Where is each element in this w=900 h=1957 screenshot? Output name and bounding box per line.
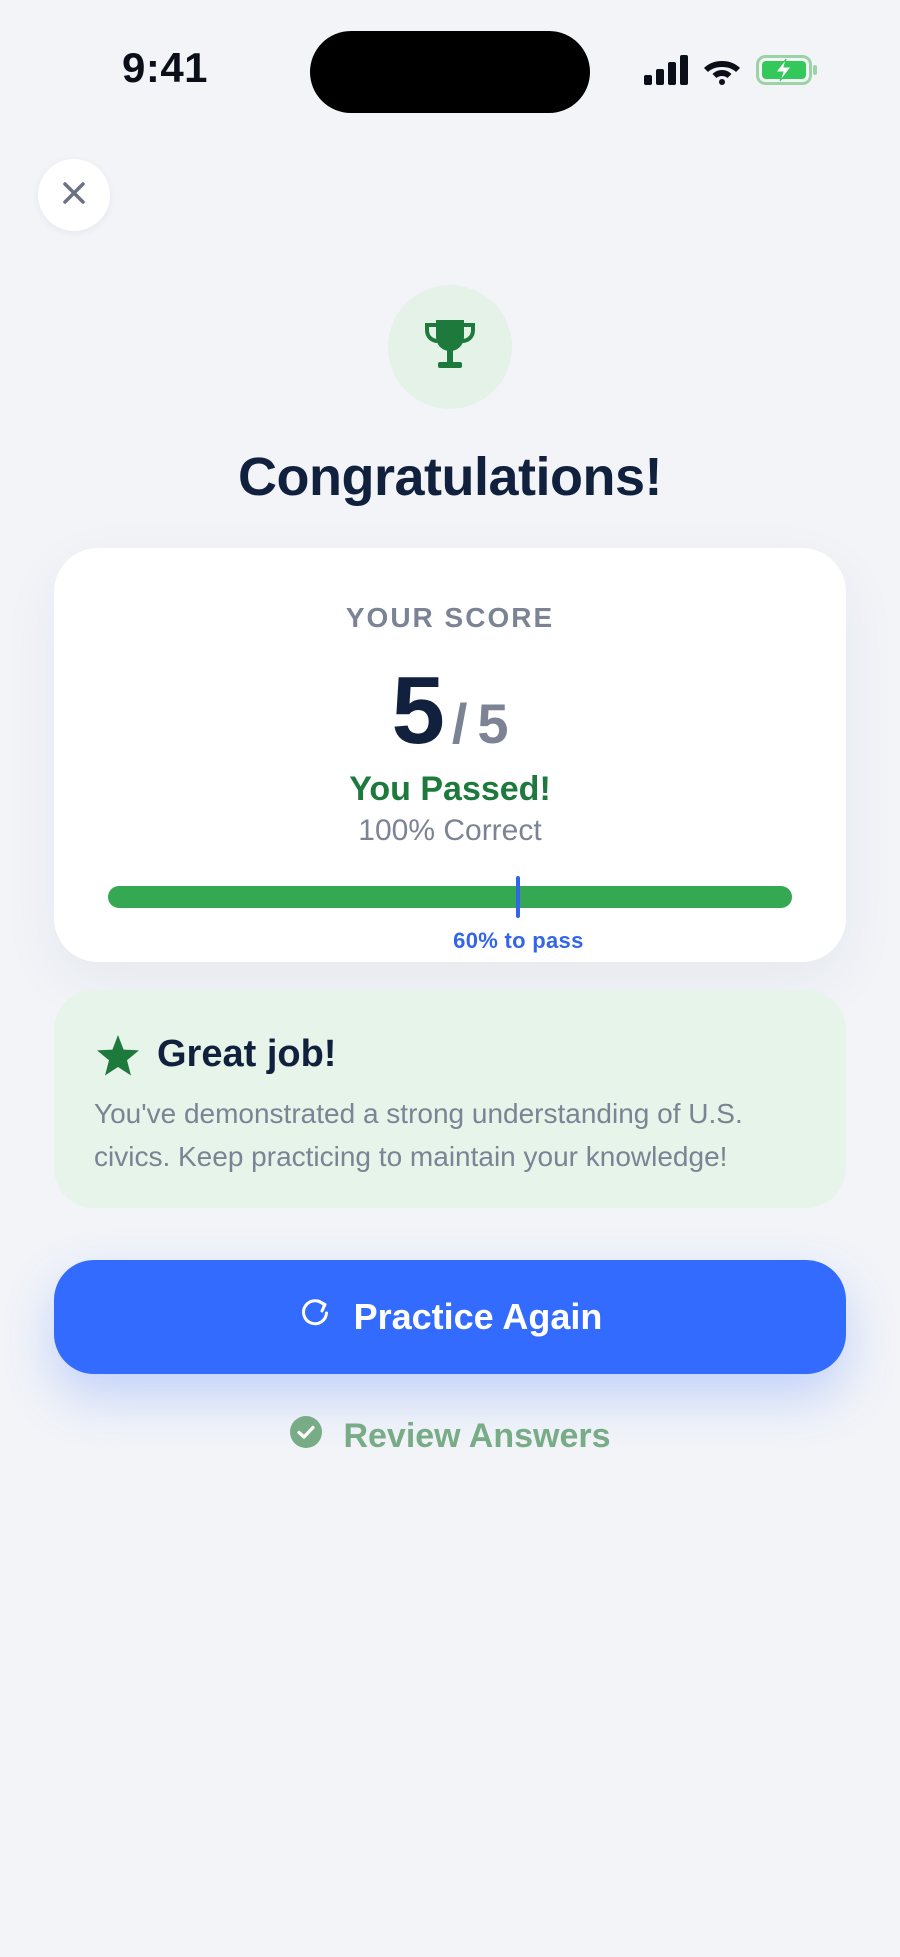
score-total: 5 xyxy=(477,692,509,755)
status-time: 9:41 xyxy=(121,44,209,91)
score-display: 5/5 xyxy=(54,656,846,766)
review-answers-label: Review Answers xyxy=(343,1416,611,1455)
score-value: 5 xyxy=(391,657,444,764)
pass-threshold-marker xyxy=(516,876,521,918)
battery-charging-icon xyxy=(756,54,818,90)
score-progress-fill xyxy=(108,886,792,908)
status-bar: 9:41 xyxy=(0,0,900,145)
practice-again-button[interactable]: Practice Again xyxy=(54,1260,846,1374)
close-icon xyxy=(61,180,87,211)
score-card: YOUR SCORE 5/5 You Passed! 100% Correct … xyxy=(54,548,846,962)
trophy-icon xyxy=(421,316,479,379)
feedback-title: Great job! xyxy=(157,1033,337,1075)
page-title: Congratulations! xyxy=(238,447,662,507)
score-separator: / xyxy=(451,692,468,755)
refresh-icon xyxy=(298,1296,332,1339)
star-icon xyxy=(94,1032,144,1082)
wifi-icon xyxy=(702,55,742,90)
trophy-badge xyxy=(388,285,512,409)
practice-again-label: Practice Again xyxy=(353,1296,603,1337)
feedback-message: You've demonstrated a strong understandi… xyxy=(94,1098,743,1172)
pass-status: You Passed! xyxy=(349,770,551,808)
pass-threshold-label: 60% to pass xyxy=(453,928,584,953)
dynamic-island xyxy=(310,31,590,113)
status-icons xyxy=(644,52,818,92)
close-button[interactable] xyxy=(38,159,110,231)
score-progress-bar xyxy=(108,876,792,918)
review-answers-button[interactable]: Review Answers xyxy=(0,1411,900,1461)
score-label: YOUR SCORE xyxy=(345,602,555,633)
cellular-signal-icon xyxy=(644,54,688,90)
check-circle-icon xyxy=(289,1415,323,1458)
percent-correct: 100% Correct xyxy=(358,814,542,847)
feedback-card: Great job! You've demonstrated a strong … xyxy=(54,990,846,1208)
